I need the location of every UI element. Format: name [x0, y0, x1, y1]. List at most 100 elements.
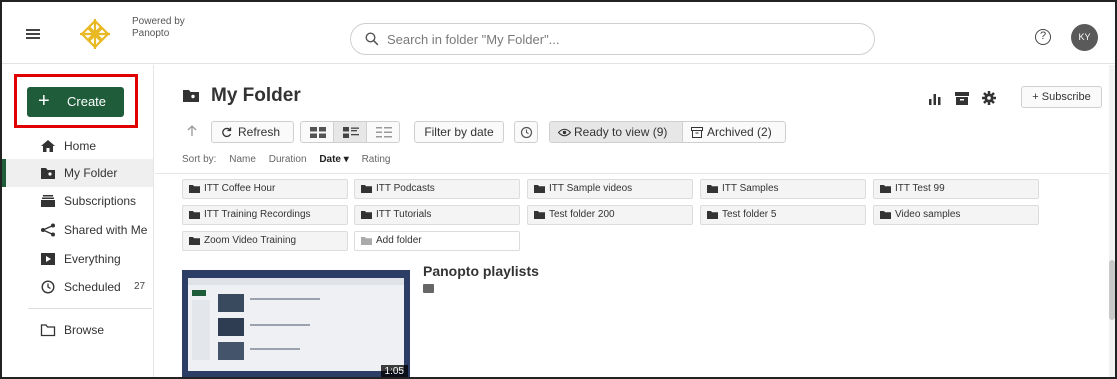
refresh-label: Refresh	[238, 125, 281, 139]
add-folder-label: Add folder	[376, 235, 422, 246]
sidebar-item-shared-with-me[interactable]: Shared with Me	[2, 216, 153, 244]
folder-icon	[534, 185, 545, 193]
powered-by-brand: Panopto	[132, 28, 170, 39]
folder-tile[interactable]: Video samples	[873, 205, 1039, 225]
history-button[interactable]	[514, 121, 538, 143]
refresh-button[interactable]: Refresh	[211, 121, 294, 143]
folder-name: ITT Training Recordings	[204, 209, 311, 220]
folder-icon	[361, 211, 372, 219]
folder-tile[interactable]: ITT Samples	[700, 179, 866, 199]
playlist-icon	[423, 284, 434, 293]
folder-name: ITT Coffee Hour	[204, 183, 276, 194]
folder-name: ITT Podcasts	[376, 183, 435, 194]
thumbnail-image	[188, 278, 404, 377]
folder-icon	[707, 211, 718, 219]
folder-icon	[534, 211, 545, 219]
folder-tile[interactable]: ITT Coffee Hour	[182, 179, 348, 199]
stats-icon[interactable]	[927, 90, 943, 106]
folder-tile[interactable]: Test folder 200	[527, 205, 693, 225]
app-window: Powered by Panopto ? KY + Create Home My	[0, 0, 1117, 379]
folder-tile[interactable]: ITT Sample videos	[527, 179, 693, 199]
clock-icon	[41, 280, 55, 294]
folder-tile[interactable]: Test folder 5	[700, 205, 866, 225]
sidebar-item-scheduled[interactable]: Scheduled 27	[2, 273, 153, 301]
help-icon[interactable]: ?	[1035, 29, 1051, 45]
sort-option-date[interactable]: Date ▾	[319, 154, 348, 165]
eye-icon	[558, 128, 571, 137]
folder-tile[interactable]: ITT Test 99	[873, 179, 1039, 199]
plus-icon: +	[38, 90, 50, 112]
sidebar-item-label: Browse	[64, 323, 105, 337]
ready-to-view-label: Ready to view (9)	[574, 125, 668, 139]
subscriptions-icon	[41, 195, 55, 207]
subscribe-button[interactable]: + Subscribe	[1021, 86, 1102, 108]
sidebar-item-label: Subscriptions	[64, 194, 137, 208]
session-thumbnail[interactable]: 1:05	[182, 270, 410, 377]
create-button[interactable]: + Create	[27, 87, 124, 117]
view-detail-button[interactable]	[333, 121, 367, 143]
user-avatar[interactable]: KY	[1071, 24, 1098, 51]
sidebar-item-subscriptions[interactable]: Subscriptions	[2, 187, 153, 215]
arrow-up-icon	[187, 125, 197, 136]
folder-icon	[880, 211, 891, 219]
folder-outline-icon	[40, 324, 56, 337]
grid-view-icon	[310, 127, 326, 138]
search-input[interactable]	[387, 29, 857, 49]
folder-tile[interactable]: Zoom Video Training	[182, 231, 348, 251]
folder-name: Video samples	[895, 209, 961, 220]
scrollbar-track[interactable]	[1109, 65, 1115, 377]
video-library-icon	[41, 253, 55, 265]
folder-name: ITT Test 99	[895, 183, 945, 194]
sidebar-item-label: My Folder	[64, 166, 118, 180]
sidebar-item-everything[interactable]: Everything	[2, 245, 153, 273]
folder-name: ITT Tutorials	[376, 209, 432, 220]
folder-name: Zoom Video Training	[204, 235, 297, 246]
archive-icon[interactable]	[954, 90, 970, 106]
page-title: My Folder	[211, 85, 301, 106]
gear-icon[interactable]	[981, 90, 997, 106]
sidebar-item-browse[interactable]: Browse	[2, 316, 153, 344]
menu-icon[interactable]	[26, 29, 40, 39]
sort-option-rating[interactable]: Rating	[362, 154, 391, 165]
scrollbar-thumb[interactable]	[1109, 260, 1115, 320]
ready-to-view-filter[interactable]: Ready to view (9)	[549, 121, 683, 143]
sidebar: + Create Home My Folder Subscriptions Sh…	[2, 65, 154, 377]
folder-tile[interactable]: ITT Training Recordings	[182, 205, 348, 225]
main-content: My Folder + Subscribe Refresh Filter by …	[155, 65, 1115, 377]
sidebar-item-home[interactable]: Home	[2, 132, 153, 160]
sidebar-item-label: Home	[64, 139, 97, 153]
search-icon	[365, 32, 379, 46]
folder-icon	[189, 237, 200, 245]
folder-tile[interactable]: ITT Podcasts	[354, 179, 520, 199]
add-folder-icon	[361, 237, 372, 245]
sort-option-duration[interactable]: Duration	[269, 154, 307, 165]
sort-by-label: Sort by:	[182, 154, 217, 165]
archived-label: Archived (2)	[707, 125, 772, 139]
sidebar-item-label: Everything	[64, 252, 121, 266]
powered-by-label: Powered by	[132, 16, 185, 27]
archive-icon	[691, 127, 703, 138]
refresh-icon	[222, 127, 232, 138]
folder-tile[interactable]: ITT Tutorials	[354, 205, 520, 225]
folder-icon	[707, 185, 718, 193]
folder-user-icon	[41, 168, 55, 179]
folder-name: Test folder 200	[549, 209, 615, 220]
panopto-logo[interactable]	[78, 17, 112, 51]
folder-icon	[880, 185, 891, 193]
sidebar-item-label: Shared with Me	[64, 223, 148, 237]
sidebar-divider	[28, 308, 152, 309]
view-list-button[interactable]	[366, 121, 400, 143]
sort-divider	[155, 173, 1115, 174]
session-title[interactable]: Panopto playlists	[423, 263, 539, 279]
folder-name: ITT Samples	[722, 183, 779, 194]
archived-filter[interactable]: Archived (2)	[682, 121, 786, 143]
view-thumbnails-button[interactable]	[300, 121, 334, 143]
add-folder-button[interactable]: Add folder	[354, 231, 520, 251]
filter-by-date-button[interactable]: Filter by date	[414, 121, 504, 143]
up-arrow-button[interactable]	[182, 121, 202, 143]
sort-option-name[interactable]: Name	[229, 154, 256, 165]
sidebar-item-my-folder[interactable]: My Folder	[2, 159, 153, 187]
scheduled-count-badge: 27	[134, 281, 146, 292]
top-header: Powered by Panopto ? KY	[2, 2, 1115, 64]
search-box[interactable]	[350, 23, 875, 55]
